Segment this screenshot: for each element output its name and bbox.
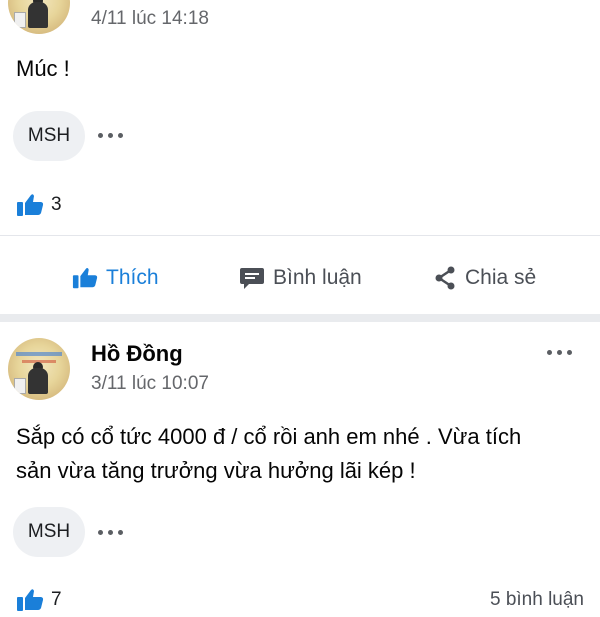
post-separator (0, 314, 600, 322)
avatar[interactable] (8, 0, 70, 34)
like-count[interactable]: 3 (51, 194, 62, 216)
like-button[interactable]: Thích (72, 266, 159, 290)
stock-tag-chip[interactable]: MSH (13, 507, 85, 557)
post-text-line: sản vừa tăng trưởng vừa hưởng lãi kép ! (16, 458, 416, 483)
avatar[interactable] (8, 338, 70, 400)
divider (0, 235, 600, 236)
share-icon (433, 266, 457, 290)
comment-button-label: Bình luận (273, 266, 362, 289)
share-button[interactable]: Chia sẻ (433, 266, 536, 290)
like-button-label: Thích (106, 266, 159, 289)
author-name[interactable]: Hồ Đồng (91, 341, 183, 367)
comment-count[interactable]: 5 bình luận (490, 589, 584, 611)
thumbs-up-icon (72, 266, 98, 290)
comment-bubble-icon (239, 266, 265, 290)
share-button-label: Chia sẻ (465, 266, 537, 289)
more-options-icon[interactable] (98, 530, 123, 535)
like-reaction-icon (16, 588, 44, 612)
comment-button[interactable]: Bình luận (239, 266, 362, 290)
post-timestamp[interactable]: 3/11 lúc 10:07 (91, 373, 209, 395)
post-text-line: Sắp có cổ tức 4000 đ / cổ rồi anh em nhé… (16, 424, 522, 449)
post-timestamp[interactable]: 4/11 lúc 14:18 (91, 8, 209, 30)
stock-tag-chip[interactable]: MSH (13, 111, 85, 161)
more-options-icon[interactable] (98, 133, 123, 138)
like-reaction-icon (16, 193, 44, 217)
like-count[interactable]: 7 (51, 589, 62, 611)
post-text: Sắp có cổ tức 4000 đ / cổ rồi anh em nhé… (16, 420, 596, 488)
post-text: Múc ! (16, 56, 70, 81)
post-menu-icon[interactable] (547, 350, 572, 355)
